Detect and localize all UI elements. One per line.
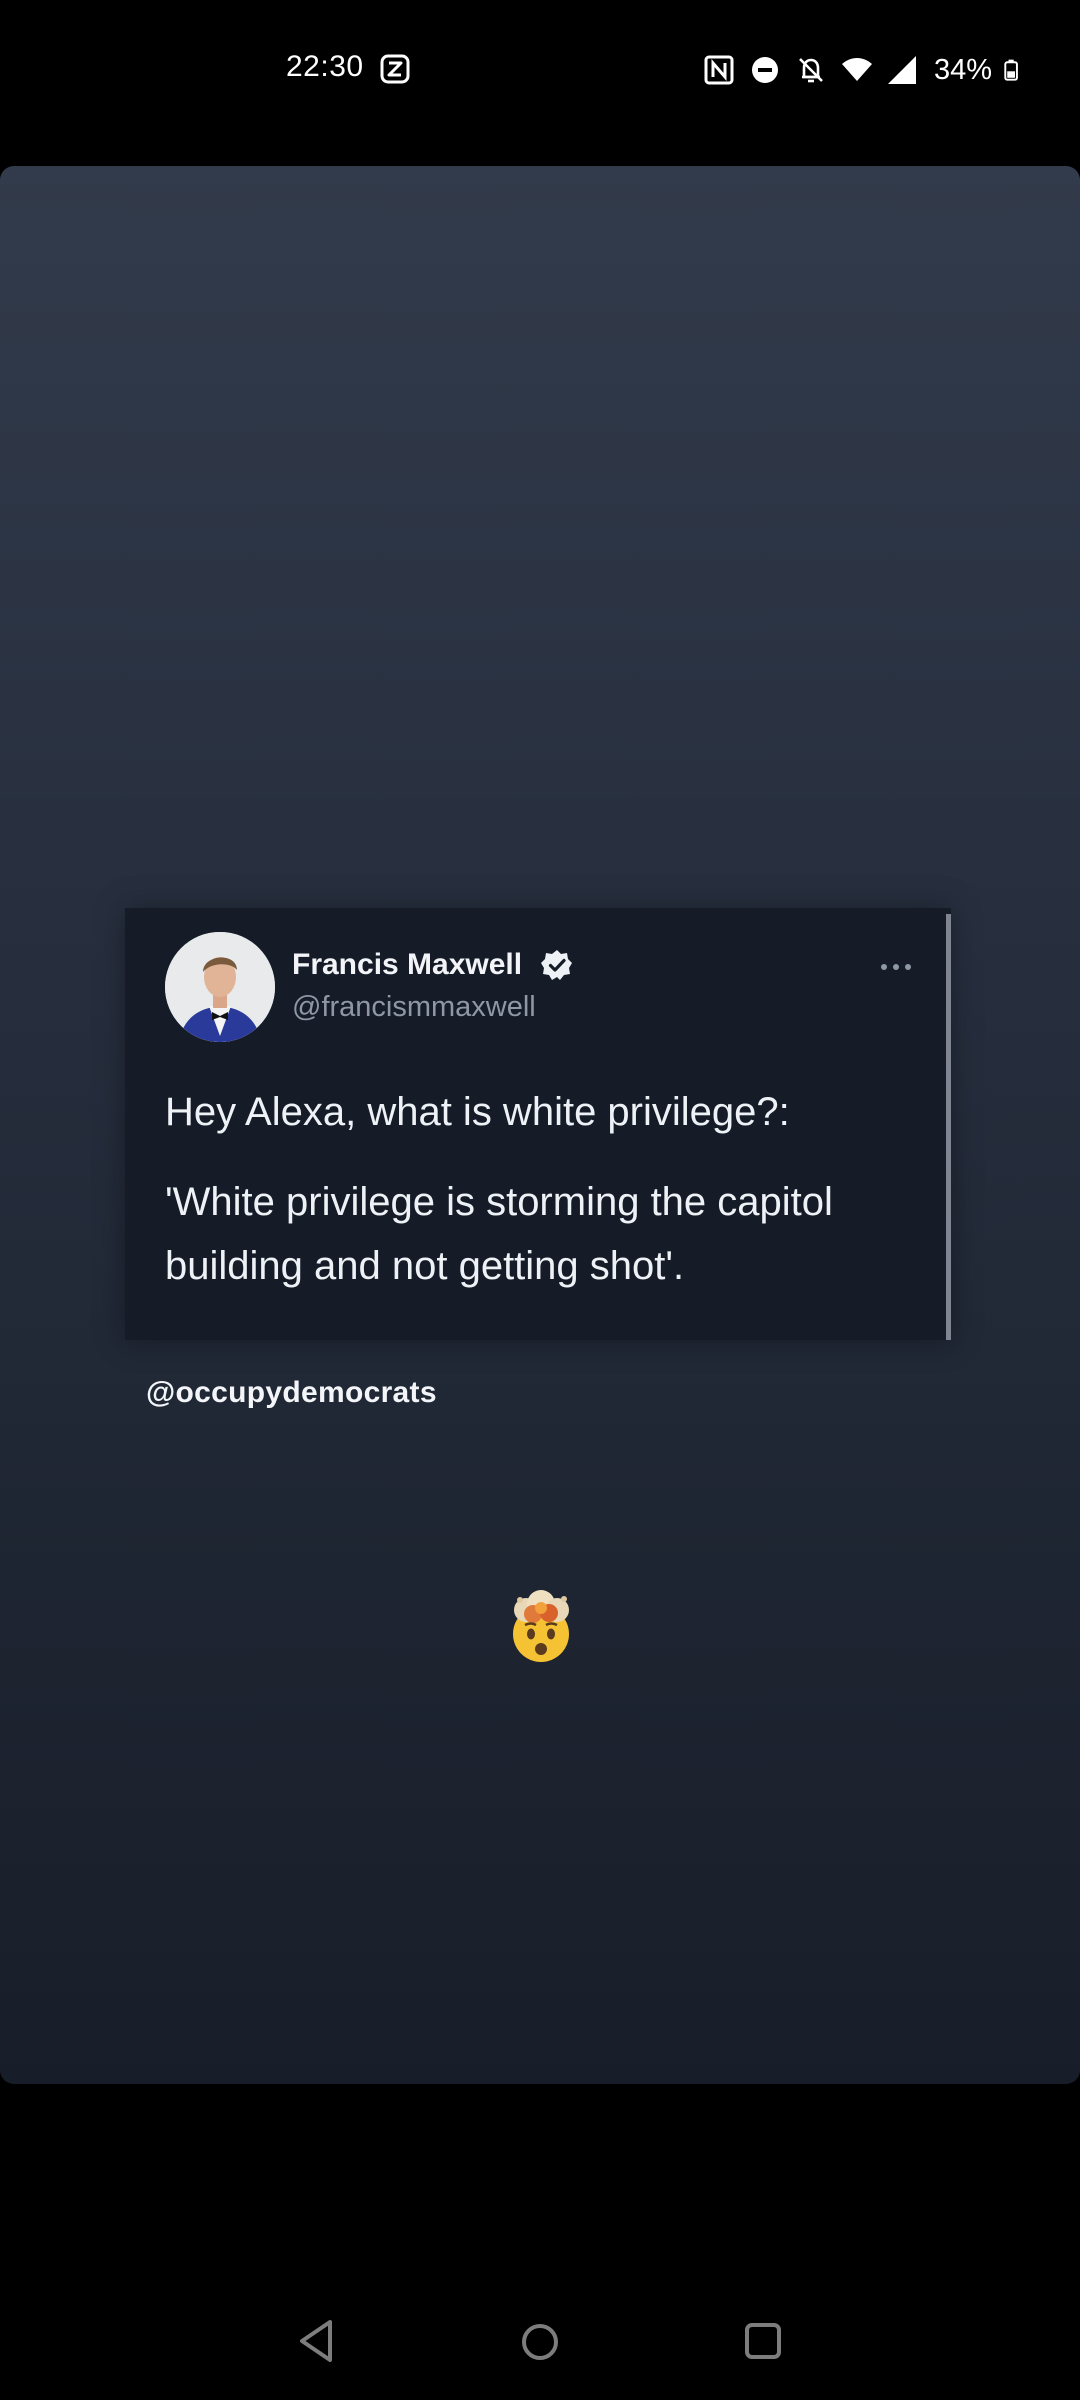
recents-nav-icon[interactable] [744, 2322, 782, 2360]
status-icons: 34% [702, 50, 1026, 90]
avatar [165, 932, 275, 1042]
nfc-icon [704, 55, 734, 85]
back-nav-icon[interactable] [296, 2318, 336, 2364]
more-options-icon[interactable] [879, 962, 913, 972]
home-nav-icon[interactable] [520, 2322, 560, 2362]
notifications-off-icon [799, 58, 823, 83]
status-time: 22:30 [286, 50, 364, 83]
screen: 22:30 34% Francis Maxwell @francismmaxwe… [0, 0, 1080, 2400]
verified-badge-icon [541, 950, 572, 980]
avatar-image [165, 932, 275, 1042]
do-not-disturb-icon [751, 57, 778, 83]
battery-percent: 34% [933, 53, 992, 86]
exploding-head-emoji-icon [513, 1590, 569, 1662]
tweet-card: Francis Maxwell @francismmaxwell Hey Ale… [125, 908, 951, 1340]
tweet-edge-divider [946, 914, 951, 1340]
story-card[interactable]: Francis Maxwell @francismmaxwell Hey Ale… [0, 166, 1080, 2084]
author-name: Francis Maxwell [292, 948, 523, 981]
tweet-text-line1: Hey Alexa, what is white privilege?: [165, 1090, 790, 1134]
z-app-icon [380, 54, 410, 84]
battery-icon [1004, 59, 1018, 81]
author-handle: @francismmaxwell [292, 991, 536, 1023]
status-bar: 22:30 34% [0, 0, 1080, 140]
tweet-text-quote: 'White privilege is storming the capitol… [165, 1180, 833, 1288]
wifi-icon [841, 58, 872, 81]
caption-mention[interactable]: @occupydemocrats [146, 1376, 437, 1410]
signal-icon [887, 56, 916, 84]
